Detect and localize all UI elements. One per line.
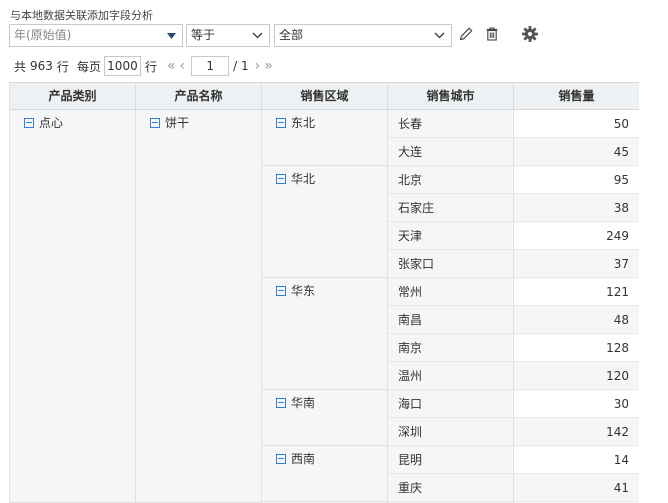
- quantity-cell: 120: [514, 362, 639, 390]
- product-group: 饼干: [136, 110, 261, 503]
- collapse-icon[interactable]: [150, 117, 160, 128]
- pager: 共 963 行 每页 1000 行 « ‹ 1 / 1 › »: [14, 56, 275, 76]
- product-name: 饼干: [165, 116, 190, 130]
- city-cell: 深圳: [388, 418, 513, 446]
- quantity-cell: 48: [514, 306, 639, 334]
- region-label: 西南: [276, 450, 315, 467]
- region-name: 西南: [291, 452, 316, 466]
- region-group: 华南: [262, 390, 387, 446]
- category-column: 点心: [10, 110, 136, 503]
- quantity-cell: 249: [514, 222, 639, 250]
- settings-button[interactable]: [519, 24, 541, 47]
- value-select[interactable]: 全部: [274, 24, 452, 47]
- region-name: 华东: [291, 284, 316, 298]
- header-product[interactable]: 产品名称: [136, 83, 262, 110]
- field-select-placeholder: 年(原始值): [14, 28, 72, 42]
- current-page-input[interactable]: 1: [191, 56, 230, 76]
- quantity-cell: 30: [514, 390, 639, 418]
- pencil-icon: [458, 26, 474, 45]
- city-cell: 南京: [388, 334, 513, 362]
- total-prefix: 共: [14, 59, 27, 74]
- value-select-value: 全部: [279, 28, 304, 42]
- chevron-down-icon: [252, 25, 263, 46]
- region-column: 东北 华北 华东 华南 西南: [262, 110, 388, 503]
- product-column: 饼干: [136, 110, 262, 503]
- quantity-cell: 128: [514, 334, 639, 362]
- caret-down-icon: [167, 25, 176, 46]
- delete-button[interactable]: [481, 24, 503, 47]
- page-title: 与本地数据关联添加字段分析: [10, 9, 153, 22]
- region-label: 华南: [276, 394, 315, 411]
- operator-select[interactable]: 等于: [186, 24, 270, 47]
- quantity-cell: 50: [514, 110, 639, 138]
- collapse-icon[interactable]: [276, 397, 286, 408]
- city-cell: 大连: [388, 138, 513, 166]
- region-group: 华北: [262, 166, 387, 278]
- quantity-cell: 38: [514, 194, 639, 222]
- collapse-icon[interactable]: [276, 117, 286, 128]
- total-suffix: 行: [56, 59, 69, 74]
- city-cell: 天津: [388, 222, 513, 250]
- collapse-icon[interactable]: [276, 173, 286, 184]
- region-group: 东北: [262, 110, 387, 166]
- region-label: 东北: [276, 114, 315, 131]
- region-group: 华东: [262, 278, 387, 390]
- header-category[interactable]: 产品类别: [10, 83, 136, 110]
- gear-icon: [521, 25, 539, 46]
- city-column: 长春 大连 北京 石家庄 天津 张家口 常州 南昌 南京 温州 海口 深圳 昆明…: [388, 110, 514, 503]
- region-name: 华北: [291, 172, 316, 186]
- last-page-icon[interactable]: »: [262, 58, 275, 74]
- operator-select-value: 等于: [191, 28, 216, 42]
- quantity-cell: 121: [514, 278, 639, 306]
- category-group: 点心: [10, 110, 135, 503]
- field-select[interactable]: 年(原始值): [9, 24, 183, 47]
- quantity-column: 50 45 95 38 249 37 121 48 128 120 30 142…: [514, 110, 639, 503]
- city-cell: 昆明: [388, 446, 513, 474]
- prev-page-icon[interactable]: ‹: [178, 58, 188, 74]
- first-page-icon[interactable]: «: [165, 58, 178, 74]
- product-label: 饼干: [150, 114, 189, 131]
- per-page-label: 每页: [76, 59, 101, 74]
- region-label: 华东: [276, 282, 315, 299]
- header-quantity[interactable]: 销售量: [514, 83, 639, 110]
- city-cell: 长春: [388, 110, 513, 138]
- header-city[interactable]: 销售城市: [388, 83, 514, 110]
- city-cell: 张家口: [388, 250, 513, 278]
- city-cell: 海口: [388, 390, 513, 418]
- quantity-cell: 95: [514, 166, 639, 194]
- collapse-icon[interactable]: [24, 117, 34, 128]
- region-label: 华北: [276, 170, 315, 187]
- quantity-cell: 45: [514, 138, 639, 166]
- total-pages: / 1: [233, 59, 249, 73]
- quantity-cell: 37: [514, 250, 639, 278]
- header-region[interactable]: 销售区域: [262, 83, 388, 110]
- category-name: 点心: [39, 116, 64, 130]
- city-cell: 南昌: [388, 306, 513, 334]
- collapse-icon[interactable]: [276, 285, 286, 296]
- chevron-down-icon: [434, 25, 445, 46]
- quantity-cell: 142: [514, 418, 639, 446]
- edit-button[interactable]: [455, 24, 477, 47]
- data-table: 产品类别 产品名称 销售区域 销售城市 销售量 点心 饼干 东北 华北 华东 华…: [9, 82, 639, 503]
- quantity-cell: 14: [514, 446, 639, 474]
- city-cell: 石家庄: [388, 194, 513, 222]
- collapse-icon[interactable]: [276, 453, 286, 464]
- per-page-suffix: 行: [144, 59, 157, 74]
- category-label: 点心: [24, 114, 63, 131]
- page-size-input[interactable]: 1000: [103, 56, 141, 76]
- quantity-cell: 41: [514, 474, 639, 502]
- next-page-icon[interactable]: ›: [253, 58, 263, 74]
- city-cell: 北京: [388, 166, 513, 194]
- trash-icon: [484, 26, 500, 45]
- region-group: 西南: [262, 446, 387, 502]
- region-name: 东北: [291, 116, 316, 130]
- city-cell: 温州: [388, 362, 513, 390]
- total-count: 963: [30, 59, 53, 73]
- city-cell: 常州: [388, 278, 513, 306]
- city-cell: 重庆: [388, 474, 513, 502]
- region-name: 华南: [291, 396, 316, 410]
